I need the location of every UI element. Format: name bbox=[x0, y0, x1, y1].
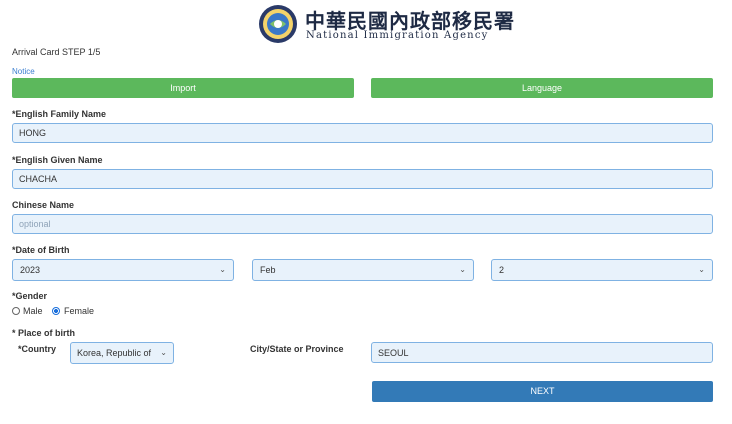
gender-female-radio[interactable] bbox=[52, 307, 60, 315]
given-name-label: *English Given Name bbox=[12, 155, 103, 165]
agency-emblem-logo bbox=[259, 5, 297, 43]
gender-male-radio[interactable] bbox=[12, 307, 20, 315]
city-input[interactable] bbox=[371, 342, 713, 363]
birth-month-value: Feb bbox=[260, 265, 276, 275]
next-button[interactable]: NEXT bbox=[372, 381, 713, 402]
notice-link[interactable]: Notice bbox=[12, 67, 35, 76]
chinese-name-label: Chinese Name bbox=[12, 200, 75, 210]
chevron-down-icon: ⌄ bbox=[219, 265, 226, 274]
birth-year-value: 2023 bbox=[20, 265, 41, 275]
site-header: 中華民國內政部移民署 National Immigration Agency bbox=[0, 0, 732, 44]
birth-day-select[interactable]: 2 ⌄ bbox=[491, 259, 713, 281]
chevron-down-icon: ⌄ bbox=[459, 265, 466, 274]
gender-male-label[interactable]: Male bbox=[23, 306, 43, 316]
step-title: Arrival Card STEP 1/5 bbox=[12, 47, 101, 57]
gender-label: *Gender bbox=[12, 291, 48, 301]
place-of-birth-label: * Place of birth bbox=[12, 328, 76, 338]
family-name-input[interactable] bbox=[12, 123, 713, 143]
chevron-down-icon: ⌄ bbox=[698, 265, 705, 274]
country-select[interactable]: Korea, Republic of ⌄ bbox=[70, 342, 174, 364]
import-button[interactable]: Import bbox=[12, 78, 354, 98]
given-name-input[interactable] bbox=[12, 169, 713, 189]
chinese-name-input[interactable] bbox=[12, 214, 713, 234]
language-button[interactable]: Language bbox=[371, 78, 713, 98]
country-value: Korea, Republic of bbox=[77, 348, 152, 358]
date-of-birth-label: *Date of Birth bbox=[12, 245, 70, 255]
country-label: *Country bbox=[18, 344, 56, 354]
birth-day-value: 2 bbox=[499, 265, 505, 275]
gender-female-label[interactable]: Female bbox=[64, 306, 94, 316]
family-name-label: *English Family Name bbox=[12, 109, 107, 119]
chevron-down-icon: ⌄ bbox=[160, 348, 167, 357]
birth-month-select[interactable]: Feb ⌄ bbox=[252, 259, 474, 281]
birth-year-select[interactable]: 2023 ⌄ bbox=[12, 259, 234, 281]
city-label: City/State or Province bbox=[250, 344, 344, 354]
agency-name-en: National Immigration Agency bbox=[306, 30, 489, 41]
